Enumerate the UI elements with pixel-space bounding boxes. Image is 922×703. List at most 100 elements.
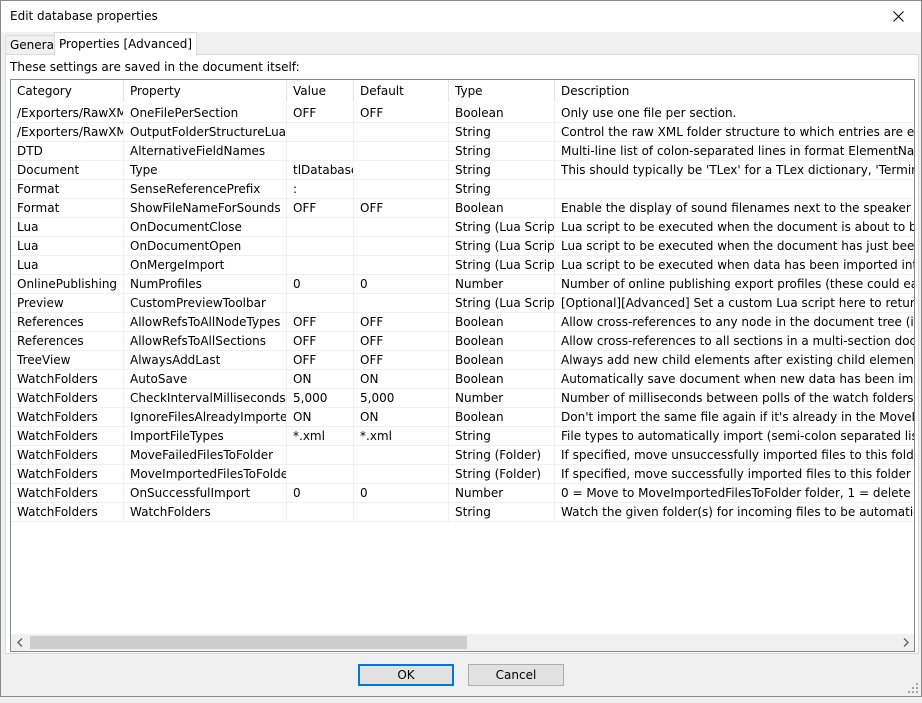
column-header-default[interactable]: Default: [354, 80, 449, 102]
cell-type: Boolean: [449, 313, 555, 332]
cell-value: OFF: [287, 313, 354, 332]
table-row[interactable]: DTD AlternativeFieldNames String Multi-line…: [11, 142, 914, 161]
table-row[interactable]: WatchFolders WatchFolders String Watch the …: [11, 503, 914, 522]
cell-property: Type: [124, 161, 287, 180]
resize-grip-icon[interactable]: [908, 683, 918, 693]
table-row[interactable]: WatchFolders OnSuccessfulImport 0 0 Number 0 …: [11, 484, 914, 503]
table-row[interactable]: Document Type tlDatabase String This should …: [11, 161, 914, 180]
cell-default: ON: [354, 408, 449, 427]
tab-properties-advanced[interactable]: Properties [Advanced]: [54, 32, 198, 56]
table-row[interactable]: WatchFolders IgnoreFilesAlreadyImported ON…: [11, 408, 914, 427]
column-header-description[interactable]: Description: [555, 80, 914, 102]
cell-default: [354, 294, 449, 313]
table-row[interactable]: Lua OnMergeImport String (Lua Script) Lua s…: [11, 256, 914, 275]
ok-button[interactable]: OK: [358, 664, 454, 686]
cell-default: 0: [354, 275, 449, 294]
cell-type: String: [449, 180, 555, 199]
cell-value: 0: [287, 484, 354, 503]
close-button[interactable]: [875, 1, 921, 32]
cell-category: References: [11, 332, 124, 351]
cell-type: String (Folder): [449, 446, 555, 465]
table-row[interactable]: /Exporters/RawXML OneFilePerSection OFF OFF…: [11, 104, 914, 123]
cell-value: [287, 218, 354, 237]
cell-default: [354, 180, 449, 199]
table-row[interactable]: WatchFolders AutoSave ON ON Boolean Automatic…: [11, 370, 914, 389]
cell-type: String: [449, 427, 555, 446]
close-icon: [892, 11, 904, 22]
horizontal-scrollbar[interactable]: [11, 634, 914, 651]
column-header-property[interactable]: Property: [124, 80, 287, 102]
table-row[interactable]: WatchFolders MoveFailedFilesToFolder Strin…: [11, 446, 914, 465]
cell-property: AllowRefsToAllNodeTypes: [124, 313, 287, 332]
cell-value: [287, 503, 354, 522]
cell-property: OnSuccessfulImport: [124, 484, 287, 503]
scroll-left-button[interactable]: [11, 634, 28, 651]
cell-value: [287, 256, 354, 275]
table-row[interactable]: OnlinePublishing NumProfiles 0 0 Number Numbe…: [11, 275, 914, 294]
window-title: Edit database properties: [10, 9, 158, 23]
cell-description: 0 = Move to MoveImportedFilesToFolder fo…: [555, 484, 914, 503]
cell-category: /Exporters/RawXML: [11, 123, 124, 142]
cancel-button[interactable]: Cancel: [468, 664, 564, 686]
table-row[interactable]: Lua OnDocumentOpen String (Lua Script) Lua …: [11, 237, 914, 256]
cell-description: [Optional][Advanced] Set a custom Lua sc…: [555, 294, 914, 313]
table-row[interactable]: Lua OnDocumentClose String (Lua Script) Lua…: [11, 218, 914, 237]
cell-default: [354, 218, 449, 237]
cell-description: Allow cross-references to any node in th…: [555, 313, 914, 332]
cell-category: WatchFolders: [11, 484, 124, 503]
cell-category: Document: [11, 161, 124, 180]
table-row[interactable]: Format SenseReferencePrefix: String: [11, 180, 914, 199]
cell-type: Number: [449, 484, 555, 503]
cell-type: Number: [449, 389, 555, 408]
cell-category: WatchFolders: [11, 408, 124, 427]
table-row[interactable]: Preview CustomPreviewToolbar String (Lua S…: [11, 294, 914, 313]
table-row[interactable]: References AllowRefsToAllNodeTypes OFF OFF B…: [11, 313, 914, 332]
table-row[interactable]: WatchFolders ImportFileTypes *.xml *.xml Str…: [11, 427, 914, 446]
cell-type: String: [449, 161, 555, 180]
cell-type: String: [449, 142, 555, 161]
table-row[interactable]: /Exporters/RawXML OutputFolderStructureLu…: [11, 123, 914, 142]
cell-category: DTD: [11, 142, 124, 161]
cell-property: OneFilePerSection: [124, 104, 287, 123]
cell-type: Boolean: [449, 199, 555, 218]
cell-value: OFF: [287, 332, 354, 351]
table-row[interactable]: WatchFolders CheckIntervalMilliseconds 5,0…: [11, 389, 914, 408]
column-header-category[interactable]: Category: [11, 80, 124, 102]
properties-list[interactable]: Category Property Value Default Type Descript…: [10, 79, 915, 652]
cell-default: OFF: [354, 199, 449, 218]
scroll-thumb[interactable]: [30, 636, 467, 649]
column-header-value[interactable]: Value: [287, 80, 354, 102]
cell-category: WatchFolders: [11, 427, 124, 446]
cell-property: AllowRefsToAllSections: [124, 332, 287, 351]
cell-default: [354, 256, 449, 275]
column-header-type[interactable]: Type: [449, 80, 555, 102]
cell-category: Preview: [11, 294, 124, 313]
table-row[interactable]: WatchFolders MoveImportedFilesToFolder Str…: [11, 465, 914, 484]
cell-value: ON: [287, 408, 354, 427]
cell-value: [287, 446, 354, 465]
cell-value: OFF: [287, 199, 354, 218]
cell-property: CheckIntervalMilliseconds: [124, 389, 287, 408]
cell-category: WatchFolders: [11, 465, 124, 484]
cell-default: [354, 123, 449, 142]
cell-description: Control the raw XML folder structure to …: [555, 123, 914, 142]
cell-category: WatchFolders: [11, 446, 124, 465]
table-row[interactable]: References AllowRefsToAllSections OFF OFF Bo…: [11, 332, 914, 351]
cell-property: AlternativeFieldNames: [124, 142, 287, 161]
cell-description: If specified, move unsuccessfully import…: [555, 446, 914, 465]
cell-type: Number: [449, 275, 555, 294]
table-row[interactable]: Format ShowFileNameForSounds OFF OFF Boolean…: [11, 199, 914, 218]
cell-default: [354, 142, 449, 161]
panel-note: These settings are saved in the document…: [10, 60, 300, 74]
table-row[interactable]: TreeView AlwaysAddLast OFF OFF Boolean Always…: [11, 351, 914, 370]
cell-description: Automatically save document when new dat…: [555, 370, 914, 389]
scroll-right-button[interactable]: [897, 634, 914, 651]
list-header: Category Property Value Default Type Descript…: [11, 80, 914, 102]
cell-value: [287, 123, 354, 142]
cell-property: WatchFolders: [124, 503, 287, 522]
cell-value: OFF: [287, 351, 354, 370]
title-bar: Edit database properties: [1, 1, 921, 32]
cell-type: Boolean: [449, 408, 555, 427]
cell-type: String (Lua Script): [449, 294, 555, 313]
cell-description: Allow cross-references to all sections i…: [555, 332, 914, 351]
